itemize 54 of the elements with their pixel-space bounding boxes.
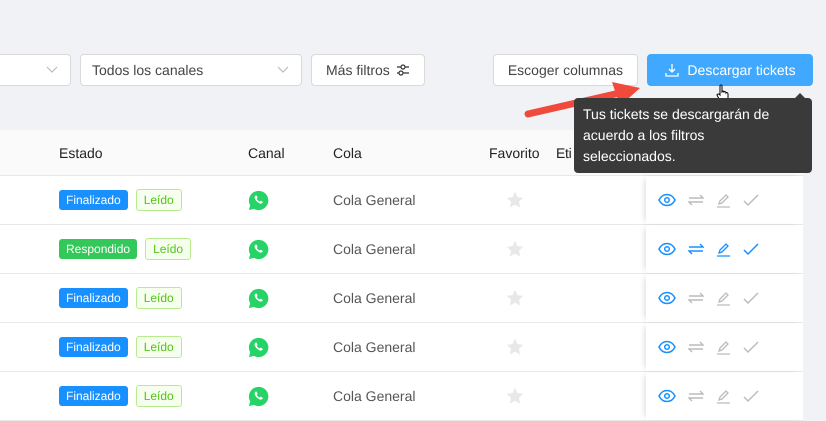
tooltip-text: Tus tickets se descargarán de acuerdo a los filtros seleccionados.	[583, 105, 770, 166]
chevron-down-icon	[277, 66, 289, 74]
whatsapp-icon	[248, 386, 269, 406]
queue-name: Cola General	[333, 388, 416, 404]
pencil-icon[interactable]	[716, 340, 731, 354]
eye-icon[interactable]	[658, 242, 676, 256]
queue-name: Cola General	[333, 339, 416, 355]
read-tag: Leído	[136, 385, 182, 407]
whatsapp-icon	[248, 288, 269, 308]
queue-name: Cola General	[333, 290, 416, 306]
transfer-icon[interactable]	[688, 389, 704, 403]
pencil-icon[interactable]	[716, 192, 731, 208]
read-tag: Leído	[136, 189, 182, 211]
whatsapp-icon	[248, 190, 269, 210]
status-tag: Finalizado	[59, 190, 128, 210]
check-icon[interactable]	[743, 194, 759, 206]
columns-button[interactable]: Escoger columnas	[492, 54, 638, 86]
status-tag: Respondido	[59, 239, 138, 259]
column-header: Estado	[59, 144, 103, 160]
check-icon[interactable]	[743, 390, 759, 402]
status-tag: Finalizado	[59, 288, 128, 308]
whatsapp-icon	[248, 336, 269, 358]
pencil-icon[interactable]	[716, 242, 731, 256]
queue-name: Cola General	[333, 192, 416, 208]
channel-select[interactable]	[0, 54, 71, 86]
transfer-icon[interactable]	[688, 242, 704, 256]
check-icon[interactable]	[743, 242, 759, 256]
check-icon[interactable]	[743, 292, 759, 304]
column-header: Cola	[333, 144, 362, 160]
column-header: Eti	[556, 144, 572, 160]
column-header: Favorito	[489, 144, 540, 160]
transfer-icon[interactable]	[688, 291, 704, 305]
eye-icon[interactable]	[658, 291, 676, 305]
transfer-icon[interactable]	[688, 193, 704, 207]
sliders-icon	[396, 63, 410, 77]
status-tag: Finalizado	[59, 337, 128, 357]
queue-name: Cola General	[333, 241, 416, 257]
eye-icon[interactable]	[658, 193, 676, 207]
read-tag: Leído	[136, 287, 182, 309]
read-tag: Leído	[145, 238, 192, 260]
pencil-icon[interactable]	[716, 290, 731, 306]
channel-select[interactable]: Todos los canales	[80, 54, 302, 86]
more-filters-button[interactable]: Más filtros	[311, 54, 425, 86]
check-icon[interactable]	[743, 340, 759, 354]
whatsapp-icon	[248, 238, 269, 260]
status-tag: Finalizado	[59, 386, 128, 406]
transfer-icon[interactable]	[688, 340, 704, 354]
pencil-icon[interactable]	[716, 388, 731, 404]
chevron-down-icon	[46, 66, 58, 74]
eye-icon[interactable]	[658, 389, 676, 403]
eye-icon[interactable]	[658, 340, 676, 354]
read-tag: Leído	[136, 336, 182, 358]
column-header: Canal	[248, 144, 285, 160]
download-icon	[665, 63, 680, 77]
